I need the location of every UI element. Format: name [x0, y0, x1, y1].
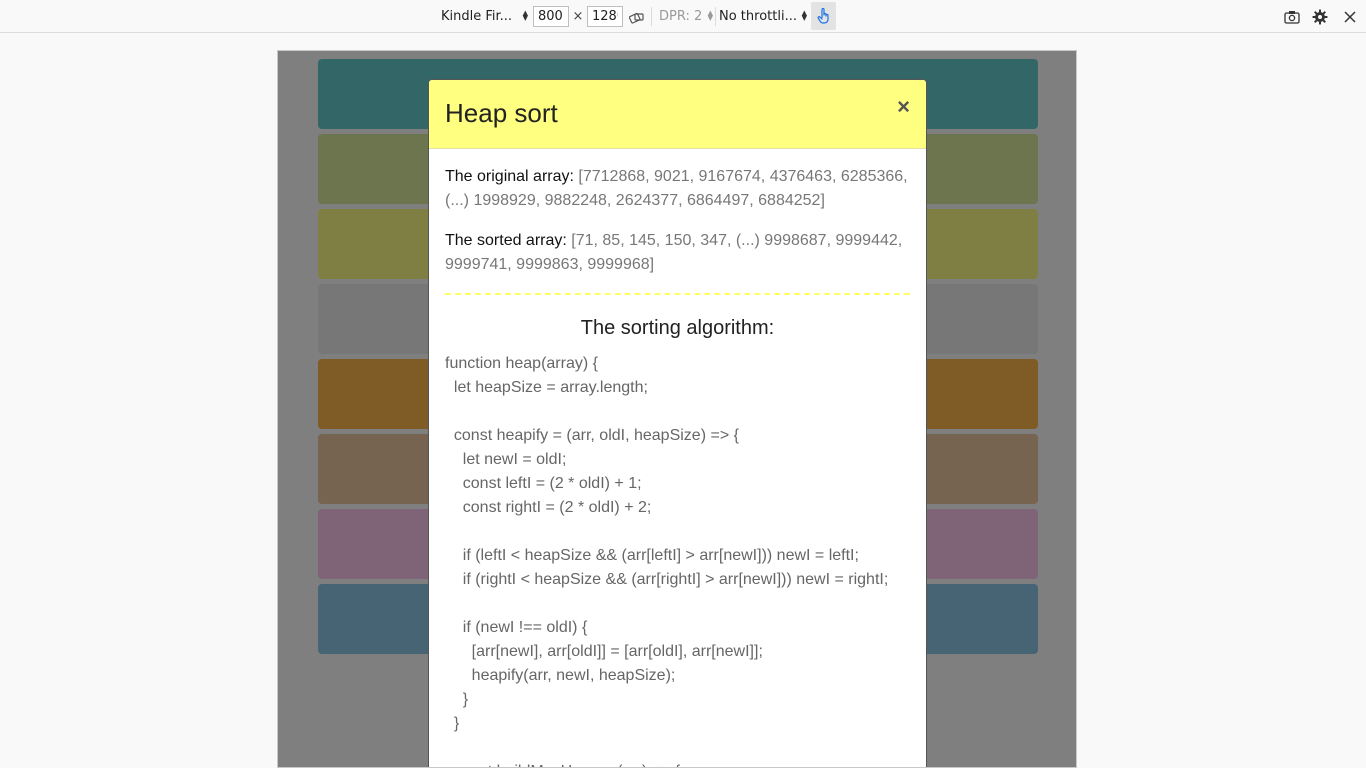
device-select-label: Kindle Fir... [441, 9, 513, 24]
select-arrows-icon: ▲ ▼ [707, 9, 713, 22]
sorted-array: The sorted array: [71, 85, 145, 150, 347… [445, 229, 910, 277]
original-array: The original array: [7712868, 9021, 9167… [445, 165, 910, 213]
modal-close-button[interactable]: × [897, 94, 910, 120]
original-array-label: The original array: [445, 168, 574, 185]
toolbar-divider [715, 7, 716, 26]
viewport-width-input[interactable] [533, 6, 569, 27]
throttling-select[interactable]: No throttli... ▲ ▼ [719, 0, 809, 33]
modal-body: The original array: [7712868, 9021, 9167… [429, 149, 926, 767]
toolbar-divider [651, 7, 652, 26]
dpr-label: DPR: 2 [659, 9, 703, 24]
select-arrows-icon: ▲ ▼ [522, 9, 528, 22]
close-icon [1344, 10, 1356, 23]
sorted-array-label: The sorted array: [445, 232, 567, 249]
screenshot-button[interactable] [1280, 0, 1304, 33]
touch-simulation-button[interactable] [811, 2, 836, 30]
settings-button[interactable] [1308, 0, 1332, 33]
modal-header: Heap sort × [429, 80, 926, 149]
close-rdm-button[interactable] [1338, 0, 1362, 33]
dpr-select[interactable]: DPR: 2 ▲ ▼ [659, 0, 715, 33]
device-select[interactable]: Kindle Fir... ▲ ▼ [441, 0, 531, 33]
algorithm-code: function heap(array) { let heapSize = ar… [445, 355, 889, 767]
dimension-separator: × [572, 9, 584, 24]
device-viewport: Heap sort × The original array: [7712868… [277, 50, 1077, 768]
viewport-height-input[interactable] [587, 6, 623, 27]
throttling-label: No throttli... [719, 9, 797, 24]
camera-icon [1284, 10, 1300, 24]
select-arrows-icon: ▲ ▼ [801, 9, 807, 22]
responsive-toolbar: Kindle Fir... ▲▼ × DPR: 2 ▲▼ No throttli… [0, 0, 1366, 33]
rotate-button[interactable] [627, 0, 647, 33]
rotate-icon [629, 12, 644, 24]
algorithm-heading: The sorting algorithm: [580, 317, 775, 339]
sort-modal: Heap sort × The original array: [7712868… [428, 79, 927, 767]
modal-title: Heap sort [445, 98, 558, 128]
touch-hand-icon [817, 8, 829, 24]
gear-icon [1312, 9, 1328, 24]
dashed-divider [445, 293, 910, 295]
